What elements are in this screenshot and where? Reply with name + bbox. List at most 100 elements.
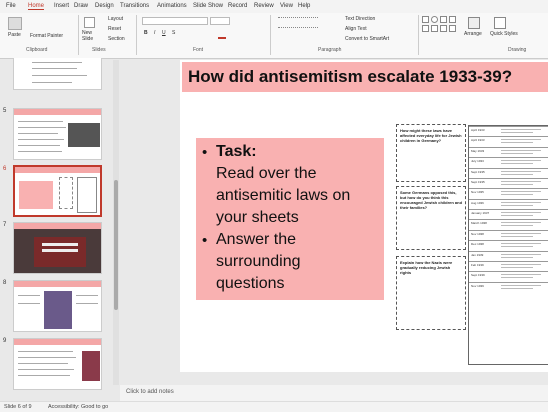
text-direction-button[interactable]: Text Direction bbox=[345, 16, 375, 22]
slide-thumbnail-5[interactable] bbox=[13, 108, 102, 160]
divider bbox=[136, 15, 137, 55]
title-bar: How did antisemitism escalate 1933-39? bbox=[182, 62, 548, 92]
table-cell-date: April 1933 bbox=[471, 128, 485, 132]
table-cell-text bbox=[501, 225, 533, 227]
shape-line-icon[interactable] bbox=[440, 16, 447, 23]
menu-insert[interactable]: Insert bbox=[54, 3, 69, 9]
menu-file[interactable]: File bbox=[6, 3, 16, 9]
table-cell-date: July 1933 bbox=[471, 159, 484, 164]
paste-icon[interactable] bbox=[8, 17, 22, 30]
bullet-icon: • bbox=[202, 144, 208, 161]
font-name-field[interactable] bbox=[142, 17, 208, 25]
table-cell-date: January 1937 bbox=[471, 211, 490, 215]
task-text: questions bbox=[216, 275, 285, 292]
shape-rounded-icon[interactable] bbox=[431, 25, 438, 32]
shape-triangle-icon[interactable] bbox=[422, 25, 429, 32]
task-box[interactable]: • Task: Read over the antisemitic laws o… bbox=[196, 138, 384, 300]
question-box-1[interactable]: How might these laws have affected every… bbox=[396, 124, 466, 182]
align-text-button[interactable]: Align Text bbox=[345, 26, 367, 32]
slide-thumbnail-9[interactable] bbox=[13, 338, 102, 390]
slide-number: 9 bbox=[3, 338, 7, 344]
slide-canvas[interactable]: How did antisemitism escalate 1933-39? •… bbox=[180, 60, 548, 372]
menu-draw[interactable]: Draw bbox=[74, 3, 88, 9]
laws-table[interactable]: April 1933 April 1933 May 1933 July 1933 Sep… bbox=[468, 125, 548, 365]
shape-brace-icon[interactable] bbox=[449, 25, 456, 32]
table-cell-date: May 1933 bbox=[471, 148, 485, 153]
underline-icon[interactable]: U bbox=[162, 30, 166, 36]
menu-record[interactable]: Record bbox=[228, 3, 247, 9]
question-box-2[interactable]: Some Germans opposed this, but how do yo… bbox=[396, 186, 466, 250]
menu-view[interactable]: View bbox=[280, 3, 293, 9]
menu-design[interactable]: Design bbox=[95, 3, 114, 9]
slide-thumbnail-7[interactable] bbox=[13, 222, 102, 274]
table-cell-text bbox=[501, 142, 533, 144]
shape-rectangle-icon[interactable] bbox=[422, 16, 429, 23]
paste-button[interactable]: Paste bbox=[8, 32, 21, 38]
table-cell-text bbox=[501, 284, 541, 286]
quick-styles-button[interactable]: Quick Styles bbox=[490, 31, 518, 37]
shape-star-icon[interactable] bbox=[440, 25, 447, 32]
shape-arrow-icon[interactable] bbox=[449, 16, 456, 23]
table-cell-date: Nov 1935 bbox=[471, 190, 484, 195]
menu-help[interactable]: Help bbox=[298, 3, 310, 9]
reset-button[interactable]: Reset bbox=[108, 26, 121, 32]
task-text: surrounding bbox=[216, 253, 301, 270]
question-box-3[interactable]: Explain how the Nazis were gradually red… bbox=[396, 256, 466, 330]
table-row: July 1933 bbox=[469, 157, 548, 167]
question-text: Explain how the Nazis were gradually red… bbox=[400, 260, 453, 275]
group-slides-label: Slides bbox=[92, 47, 106, 53]
convert-smartart-button[interactable]: Convert to SmartArt bbox=[345, 36, 389, 42]
menu-home[interactable]: Home bbox=[28, 3, 45, 10]
thumbnail-scrollbar[interactable] bbox=[113, 60, 119, 385]
bullets-icon[interactable] bbox=[278, 17, 318, 23]
italic-icon[interactable]: I bbox=[154, 30, 155, 36]
table-row: Dec 1938 bbox=[469, 240, 548, 250]
notes-placeholder[interactable]: Click to add notes bbox=[126, 389, 174, 395]
menu-transitions[interactable]: Transitions bbox=[120, 3, 149, 9]
slide-thumbnail-partial[interactable] bbox=[13, 58, 102, 90]
layout-button[interactable]: Layout bbox=[108, 16, 123, 22]
divider bbox=[270, 15, 271, 55]
new-slide-icon[interactable] bbox=[84, 17, 95, 28]
font-color-icon[interactable] bbox=[218, 37, 226, 39]
slide-thumbnail-6[interactable] bbox=[13, 165, 102, 217]
table-cell-date: Nov 1939 bbox=[471, 283, 484, 288]
shape-oval-icon[interactable] bbox=[431, 16, 438, 23]
section-button[interactable]: Section bbox=[108, 36, 125, 42]
table-row: March 1938 bbox=[469, 219, 548, 229]
thumbnail-photo bbox=[68, 123, 100, 147]
group-drawing-label: Drawing bbox=[508, 47, 527, 53]
table-cell-text bbox=[501, 243, 541, 245]
strikethrough-icon[interactable]: S bbox=[172, 30, 175, 36]
bold-icon[interactable]: B bbox=[144, 30, 148, 36]
scrollbar-thumb[interactable] bbox=[114, 180, 118, 310]
table-cell-text bbox=[501, 163, 533, 165]
quick-styles-icon[interactable] bbox=[494, 17, 506, 29]
table-cell-text bbox=[501, 170, 541, 172]
notes-pane[interactable]: Click to add notes bbox=[120, 385, 548, 401]
table-cell-date: Sept 1939 bbox=[471, 273, 485, 278]
table-cell-text bbox=[501, 232, 541, 234]
thumbnail-text bbox=[42, 243, 78, 246]
table-cell-text bbox=[501, 149, 541, 151]
menu-slideshow[interactable]: Slide Show bbox=[193, 3, 223, 9]
question-text: Some Germans opposed this, but how do yo… bbox=[400, 190, 463, 210]
thumbnail-title bbox=[14, 109, 101, 115]
new-slide-button[interactable]: New Slide bbox=[82, 30, 102, 42]
accessibility-status[interactable]: Accessibility: Good to go bbox=[48, 404, 108, 410]
arrange-icon[interactable] bbox=[468, 17, 480, 29]
font-size-field[interactable] bbox=[210, 17, 230, 25]
align-icon[interactable] bbox=[278, 27, 318, 33]
format-painter-button[interactable]: Format Painter bbox=[30, 33, 63, 39]
slide-count: Slide 6 of 9 bbox=[4, 404, 32, 410]
table-cell-text bbox=[501, 173, 533, 175]
table-row: Sept 1935 bbox=[469, 177, 548, 188]
arrange-button[interactable]: Arrange bbox=[464, 31, 482, 37]
menu-animations[interactable]: Animations bbox=[157, 3, 187, 9]
slide-title[interactable]: How did antisemitism escalate 1933-39? bbox=[188, 67, 512, 87]
bullet-icon: • bbox=[202, 232, 208, 249]
table-cell-date: Jan 1939 bbox=[471, 252, 484, 257]
menu-review[interactable]: Review bbox=[254, 3, 274, 9]
table-row: Jan 1939 bbox=[469, 250, 548, 261]
slide-thumbnail-8[interactable] bbox=[13, 280, 102, 332]
